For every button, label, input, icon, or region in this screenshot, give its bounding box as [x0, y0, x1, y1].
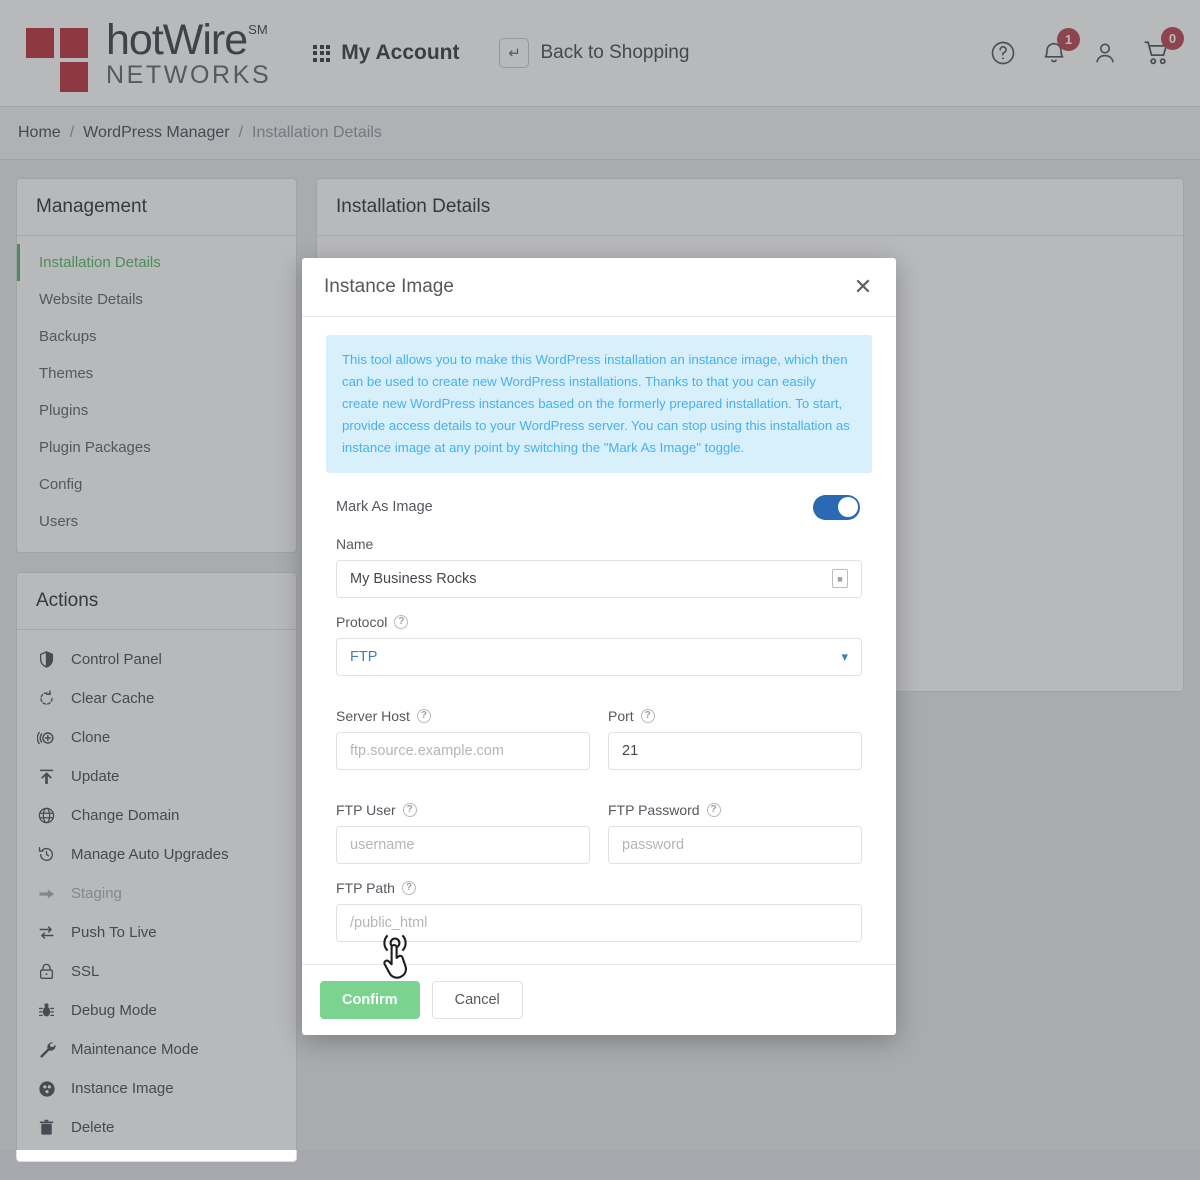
question-circle-icon[interactable]: ?	[394, 615, 408, 629]
confirm-button[interactable]: Confirm	[320, 981, 420, 1019]
question-circle-icon[interactable]: ?	[402, 881, 416, 895]
question-circle-icon[interactable]: ?	[641, 709, 655, 723]
question-circle-icon[interactable]: ?	[417, 709, 431, 723]
port-value: 21	[622, 743, 638, 759]
close-icon[interactable]: ✕	[852, 276, 874, 298]
ftp-path-placeholder: /public_html	[350, 915, 427, 931]
ftp-path-input[interactable]: /public_html	[336, 904, 862, 942]
modal-body: This tool allows you to make this WordPr…	[302, 317, 896, 964]
server-host-group: Server Host ? ftp.source.example.com	[336, 708, 590, 770]
ftp-path-label-wrap: FTP Path ?	[336, 880, 862, 896]
modal-footer: Confirm Cancel	[302, 964, 896, 1035]
info-banner: This tool allows you to make this WordPr…	[326, 335, 872, 473]
ftp-user-label: FTP User	[336, 802, 396, 818]
mark-as-image-row: Mark As Image	[326, 495, 872, 520]
ftp-password-group: FTP Password ? password	[608, 802, 862, 864]
server-fields: Server Host ? ftp.source.example.com Por…	[326, 692, 872, 864]
name-label: Name	[336, 536, 862, 552]
port-label: Port	[608, 708, 634, 724]
instance-image-modal: Instance Image ✕ This tool allows you to…	[302, 258, 896, 1035]
server-host-input[interactable]: ftp.source.example.com	[336, 732, 590, 770]
ftp-path-label: FTP Path	[336, 880, 395, 896]
protocol-value: FTP	[350, 649, 377, 665]
save-disk-icon[interactable]: ■	[832, 569, 848, 588]
protocol-label: Protocol	[336, 614, 387, 630]
mark-as-image-toggle[interactable]	[813, 495, 860, 520]
ftp-user-input[interactable]: username	[336, 826, 590, 864]
name-input-value: My Business Rocks	[350, 571, 477, 587]
server-host-label: Server Host	[336, 708, 410, 724]
ftp-user-label-wrap: FTP User ?	[336, 802, 590, 818]
chevron-down-icon: ▾	[841, 649, 848, 665]
modal-header: Instance Image ✕	[302, 258, 896, 317]
name-input[interactable]: My Business Rocks ■	[336, 560, 862, 598]
protocol-label-wrap: Protocol ?	[336, 614, 862, 630]
ftp-password-label: FTP Password	[608, 802, 700, 818]
user-password-row: FTP User ? username FTP Password ? passw…	[336, 786, 862, 864]
server-host-label-wrap: Server Host ?	[336, 708, 590, 724]
ftp-password-input[interactable]: password	[608, 826, 862, 864]
name-group: Name My Business Rocks ■	[326, 536, 872, 598]
ftp-password-placeholder: password	[622, 837, 684, 853]
toggle-knob	[838, 497, 858, 517]
modal-title: Instance Image	[324, 276, 454, 298]
question-circle-icon[interactable]: ?	[403, 803, 417, 817]
host-port-row: Server Host ? ftp.source.example.com Por…	[336, 692, 862, 770]
cancel-button[interactable]: Cancel	[432, 981, 523, 1019]
ftp-password-label-wrap: FTP Password ?	[608, 802, 862, 818]
port-input[interactable]: 21	[608, 732, 862, 770]
ftp-user-group: FTP User ? username	[336, 802, 590, 864]
port-label-wrap: Port ?	[608, 708, 862, 724]
mark-as-image-label: Mark As Image	[336, 499, 433, 515]
ftp-user-placeholder: username	[350, 837, 414, 853]
server-host-placeholder: ftp.source.example.com	[350, 743, 504, 759]
port-group: Port ? 21	[608, 708, 862, 770]
ftp-path-group: FTP Path ? /public_html	[326, 880, 872, 942]
question-circle-icon[interactable]: ?	[707, 803, 721, 817]
protocol-select[interactable]: FTP ▾	[336, 638, 862, 676]
protocol-group: Protocol ? FTP ▾	[326, 614, 872, 676]
